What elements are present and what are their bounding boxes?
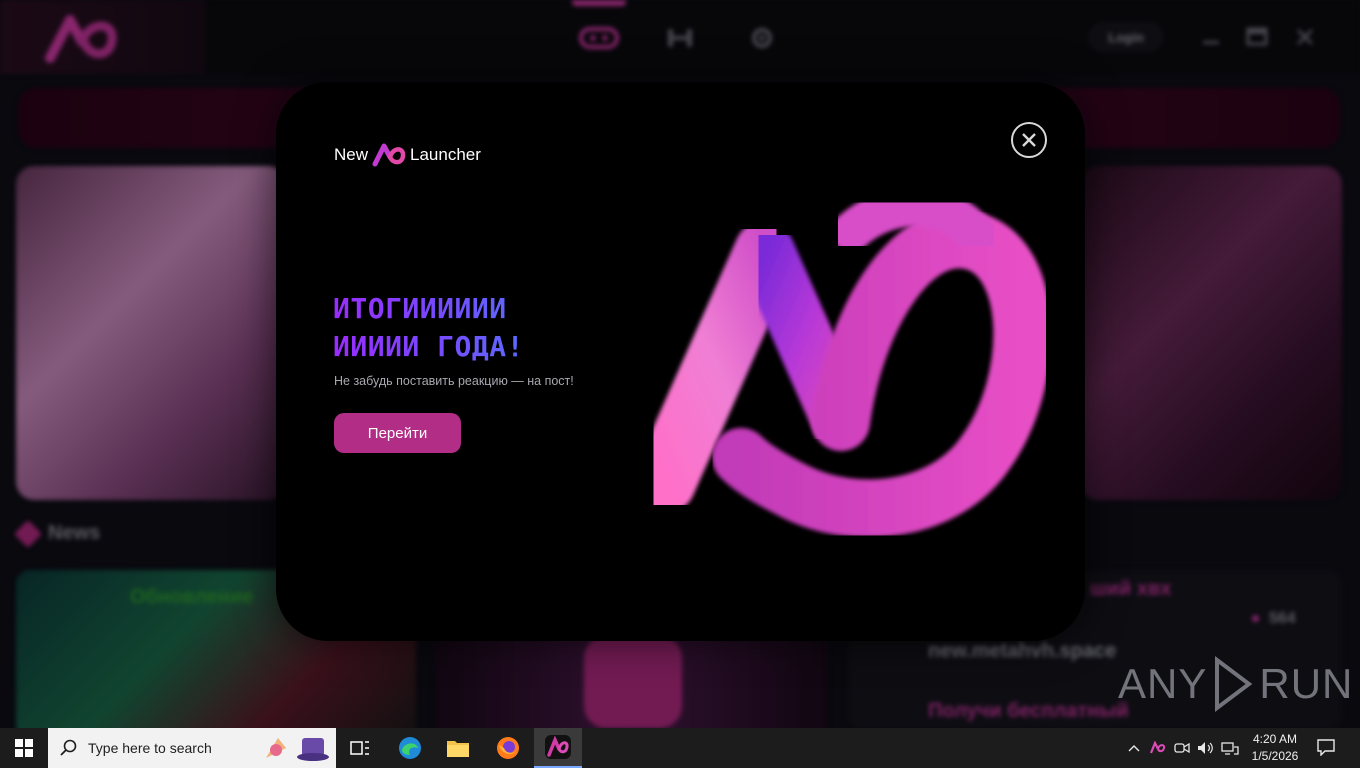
tray-chevron-up-icon[interactable] [1124, 738, 1144, 758]
firefox-icon [497, 737, 519, 759]
search-icon [60, 739, 77, 756]
windows-logo-icon [15, 739, 33, 757]
launcher-icon [545, 735, 571, 759]
network-icon[interactable] [1220, 738, 1240, 758]
anyrun-watermark: ANY RUN [1118, 656, 1353, 712]
notification-icon [1317, 739, 1335, 757]
launcher-window: Login News Обновление ший хвх new.metahv… [0, 0, 1360, 728]
announcement-modal: New Launcher ИТОГИИИИИИ ИИИИИ ГОДА! Не з… [276, 82, 1085, 641]
edge-taskbar-button[interactable] [386, 728, 434, 768]
search-highlight-icon [266, 738, 329, 761]
fluffy-logo-art [632, 186, 1046, 538]
modal-headline: ИТОГИИИИИИ ИИИИИ ГОДА! [333, 290, 524, 366]
file-explorer-button[interactable] [434, 728, 482, 768]
brand-logo-icon [372, 143, 406, 167]
task-view-icon [350, 741, 369, 755]
task-view-button[interactable] [336, 728, 384, 768]
modal-close-button[interactable] [1011, 122, 1047, 158]
taskbar: Type here to search 4:20 AM 1/5/2026 [0, 728, 1360, 768]
brand-left-label: New [334, 145, 369, 164]
go-button[interactable]: Перейти [334, 413, 461, 453]
headline-line-2: ИИИИИ ГОДА! [333, 330, 524, 363]
clock-date: 1/5/2026 [1251, 749, 1299, 763]
start-button[interactable] [0, 728, 48, 768]
play-triangle-icon [1215, 656, 1253, 712]
clock-time: 4:20 AM [1252, 732, 1298, 746]
tray-meet-icon[interactable] [1172, 738, 1192, 758]
search-placeholder: Type here to search [88, 740, 212, 756]
volume-icon[interactable] [1196, 738, 1216, 758]
brand-right-label: Launcher [410, 145, 481, 164]
folder-icon [447, 741, 469, 757]
watermark-left-label: ANY [1118, 660, 1208, 707]
tray-launcher-icon[interactable] [1148, 738, 1168, 758]
system-clock[interactable]: 4:20 AM 1/5/2026 [1244, 731, 1306, 765]
watermark-right-label: RUN [1259, 660, 1354, 707]
headline-line-1: ИТОГИИИИИИ [333, 292, 507, 325]
notification-button[interactable] [1316, 738, 1338, 758]
modal-subtitle: Не забудь поставить реакцию — на пост! [334, 374, 574, 388]
close-icon [1022, 133, 1036, 147]
launcher-taskbar-button[interactable] [534, 728, 582, 768]
edge-icon [399, 737, 421, 759]
modal-brand: New Launcher [334, 142, 481, 168]
firefox-taskbar-button[interactable] [484, 728, 532, 768]
